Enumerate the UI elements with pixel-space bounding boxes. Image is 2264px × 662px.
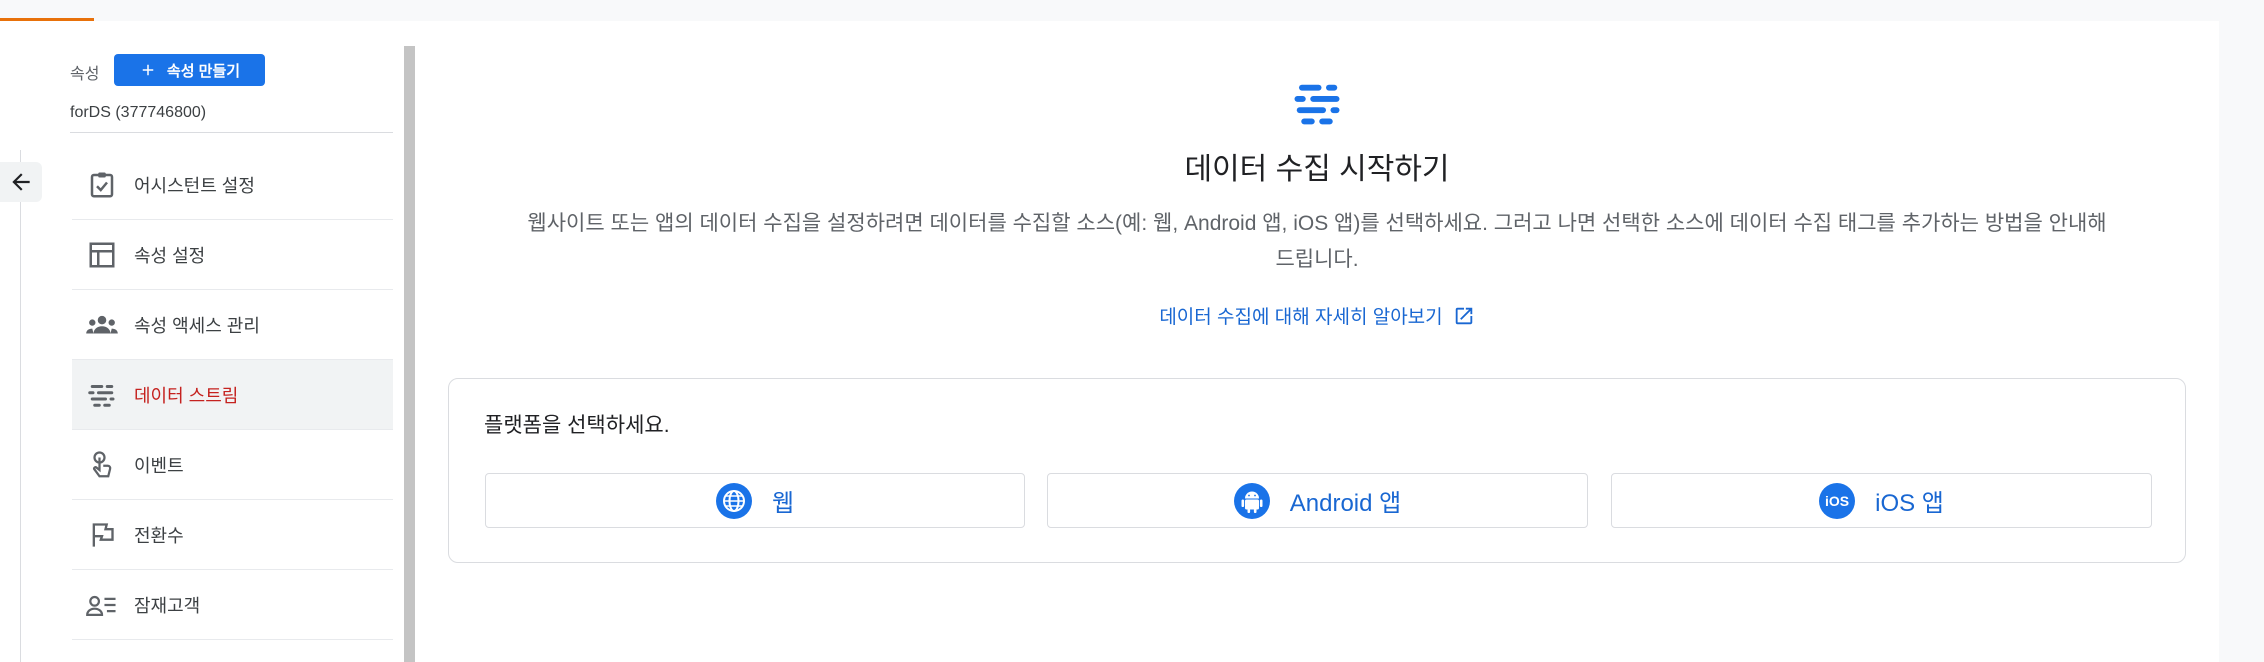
- sidebar-item-access-management[interactable]: 속성 액세스 관리: [72, 290, 393, 360]
- learn-more-link[interactable]: 데이터 수집에 대해 자세히 알아보기: [1100, 302, 1534, 329]
- sidebar-item-label: 잠재고객: [134, 595, 201, 616]
- sidebar-item-label: 속성 액세스 관리: [134, 315, 260, 336]
- property-label: 속성: [70, 66, 100, 83]
- assistant-checklist-icon: [82, 165, 122, 205]
- platform-prompt: 플랫폼을 선택하세요.: [484, 414, 670, 437]
- svg-text:iOS: iOS: [1825, 493, 1849, 509]
- globe-icon: [715, 482, 752, 519]
- arrow-back-icon: [12, 173, 30, 191]
- back-button[interactable]: [0, 162, 42, 202]
- property-divider: [70, 132, 393, 133]
- people-group-icon: [82, 305, 122, 345]
- data-stream-icon: [82, 375, 122, 415]
- sidebar-item-assistant-settings[interactable]: 어시스턴트 설정: [72, 150, 393, 220]
- platform-label: iOS 앱: [1875, 490, 1944, 517]
- sidebar-item-label: 데이터 스트림: [134, 385, 239, 406]
- sidebar-nav: 어시스턴트 설정 속성 설정 속성 액세스 관리 데이터 스트림 이벤트 전환수…: [72, 150, 393, 640]
- learn-more-label: 데이터 수집에 대해 자세히 알아보기: [1159, 307, 1443, 328]
- plus-icon: [142, 64, 154, 76]
- flag-icon: [82, 515, 122, 555]
- android-icon: [1233, 482, 1270, 519]
- platform-android-button[interactable]: Android 앱: [1047, 473, 1588, 528]
- property-layout-icon: [82, 235, 122, 275]
- sidebar-item-label: 속성 설정: [134, 245, 206, 266]
- platform-label: Android 앱: [1289, 490, 1402, 517]
- nav-rail-divider: [20, 150, 21, 662]
- platform-label: 웹: [771, 490, 795, 517]
- open-in-new-icon: [1455, 307, 1472, 324]
- ios-icon: iOS: [1819, 482, 1856, 519]
- create-property-button[interactable]: 속성 만들기: [114, 54, 265, 86]
- create-property-label: 속성 만들기: [166, 62, 241, 80]
- touch-gesture-icon: [82, 445, 122, 485]
- sidebar-item-property-settings[interactable]: 속성 설정: [72, 220, 393, 290]
- platform-web-button[interactable]: 웹: [485, 473, 1025, 528]
- page-title: 데이터 수집 시작하기: [1184, 153, 1450, 186]
- audience-icon: [82, 585, 122, 625]
- sidebar-item-events[interactable]: 이벤트: [72, 430, 393, 500]
- data-stream-hero-icon: [1294, 84, 1340, 125]
- platform-card: [448, 378, 2186, 563]
- sidebar-item-data-streams[interactable]: 데이터 스트림: [72, 360, 393, 430]
- property-name: forDS (377746800): [70, 104, 207, 121]
- sidebar-scrollbar[interactable]: [404, 46, 415, 662]
- page-description: 웹사이트 또는 앱의 데이터 수집을 설정하려면 데이터를 수집할 소스(예: …: [527, 212, 2107, 271]
- sidebar-item-conversions[interactable]: 전환수: [72, 500, 393, 570]
- sidebar-item-label: 어시스턴트 설정: [134, 175, 255, 196]
- platform-ios-button[interactable]: iOS iOS 앱: [1611, 473, 2152, 528]
- sidebar-item-label: 전환수: [134, 525, 184, 546]
- sidebar-item-label: 이벤트: [134, 455, 184, 476]
- sidebar-item-audiences[interactable]: 잠재고객: [72, 570, 393, 640]
